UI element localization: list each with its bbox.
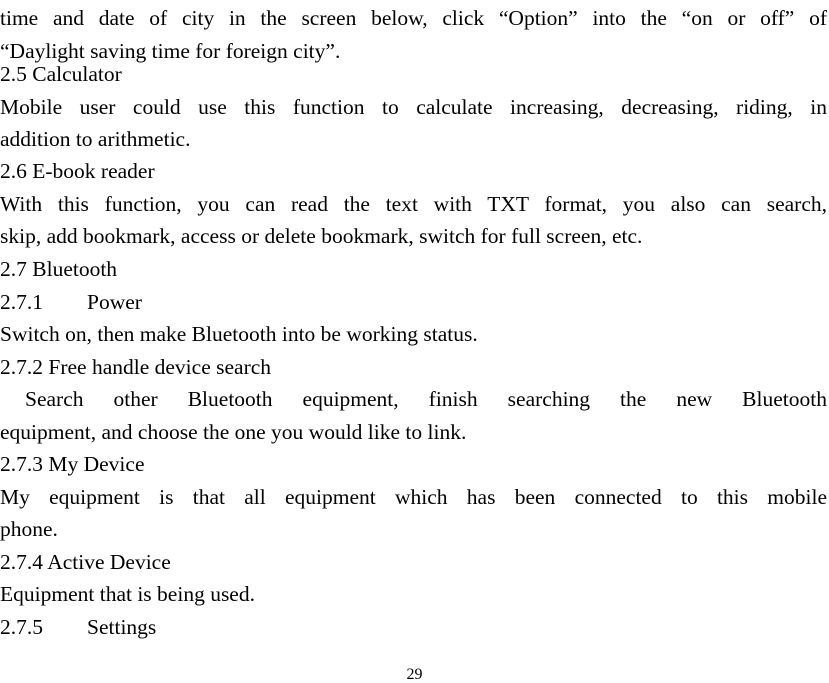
- section-title: Power: [87, 290, 142, 314]
- ebook-body-line-2: skip, add bookmark, access or delete boo…: [0, 224, 643, 248]
- heading-active-device: 2.7.4 Active Device: [0, 550, 171, 574]
- active-device-body: Equipment that is being used.: [0, 582, 255, 606]
- calculator-body-line-2: addition to arithmetic.: [0, 127, 191, 151]
- heading-bluetooth: 2.7 Bluetooth: [0, 257, 118, 281]
- section-number: 2.7.1: [0, 290, 43, 314]
- my-device-body-line-1: My equipment is that all equipment which…: [0, 485, 827, 509]
- section-title: Settings: [87, 615, 157, 639]
- my-device-body-line-2: phone.: [0, 517, 58, 541]
- search-body-line-2: equipment, and choose the one you would …: [0, 420, 467, 444]
- heading-ebook-reader: 2.6 E-book reader: [0, 159, 155, 183]
- intro-line-1: time and date of city in the screen belo…: [0, 6, 827, 30]
- heading-device-search: 2.7.2 Free handle device search: [0, 355, 272, 379]
- heading-calculator: 2.5 Calculator: [0, 62, 122, 86]
- calculator-body-line-1: Mobile user could use this function to c…: [0, 95, 827, 119]
- heading-power: 2.7.1 Power: [0, 290, 142, 314]
- intro-line-2: “Daylight saving time for foreign city”.: [0, 39, 341, 63]
- section-number: 2.7.5: [0, 615, 43, 639]
- ebook-body-line-1: With this function, you can read the tex…: [0, 192, 827, 216]
- page-number: 29: [406, 666, 423, 683]
- heading-my-device: 2.7.3 My Device: [0, 452, 145, 476]
- search-body-line-1: Search other Bluetooth equipment, finish…: [25, 387, 827, 411]
- power-body: Switch on, then make Bluetooth into be w…: [0, 322, 478, 346]
- heading-settings: 2.7.5 Settings: [0, 615, 156, 639]
